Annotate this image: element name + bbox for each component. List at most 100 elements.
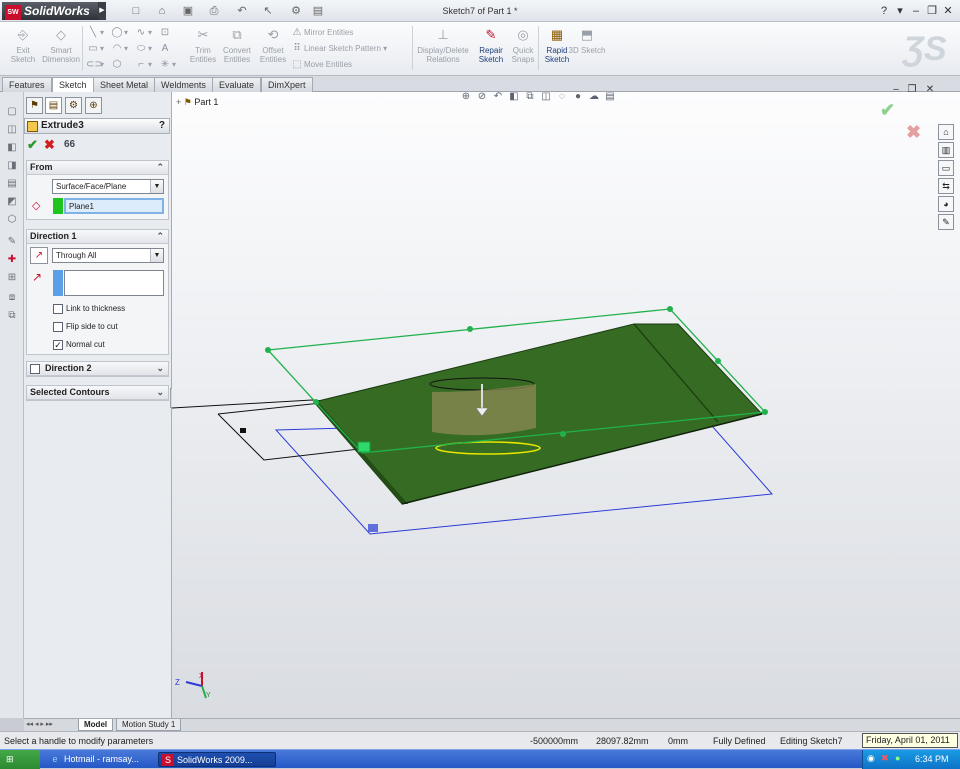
messenger-icon[interactable]: ● — [895, 753, 907, 765]
start-button[interactable]: ⊞ — [0, 750, 40, 769]
feature-manager-tab-icon[interactable]: ⚑ — [26, 97, 43, 114]
line-tool[interactable]: ╲ ▾ — [86, 26, 104, 40]
plane-handle[interactable] — [467, 326, 473, 332]
direction2-checkbox[interactable] — [30, 364, 40, 374]
reverse-direction-button[interactable]: ↗ — [30, 247, 48, 264]
exit-sketch-button[interactable]: ⎆ Exit Sketch — [4, 24, 42, 72]
linear-sketch-pattern-button[interactable]: ⠿ Linear Sketch Pattern ▾ — [290, 42, 387, 56]
section-view-icon[interactable]: ◧ — [506, 89, 522, 105]
link-to-thickness-checkbox[interactable] — [53, 304, 63, 314]
ok-button[interactable]: ✔ — [27, 138, 38, 152]
tab-evaluate[interactable]: Evaluate — [212, 77, 262, 92]
sketch-icon[interactable]: ✎ — [4, 234, 20, 250]
appearances-icon[interactable]: ◕ — [938, 196, 954, 212]
viewport-close-icon[interactable]: ✕ — [922, 82, 938, 98]
file-explorer-icon[interactable]: ▭ — [938, 160, 954, 176]
tab-features[interactable]: Features — [2, 77, 52, 92]
zoom-to-area-icon[interactable]: ⊘ — [474, 89, 490, 105]
tab-dimxpert[interactable]: DimXpert — [261, 77, 313, 92]
restore-button[interactable]: ❐ — [924, 3, 940, 19]
tab-model[interactable]: Model — [78, 719, 114, 731]
cancel-button[interactable]: ✖ — [44, 138, 55, 152]
curves-icon[interactable]: ⧈ — [4, 290, 20, 306]
solidworks-logo[interactable]: SW SolidWorks — [2, 2, 98, 20]
extruded-cut-icon[interactable]: ▤ — [4, 176, 20, 192]
new-document-icon[interactable]: □ — [126, 3, 146, 19]
repair-icon[interactable]: ✚ — [4, 252, 20, 268]
tab-sheet-metal[interactable]: Sheet Metal — [93, 77, 156, 92]
design-library-icon[interactable]: ▥ — [938, 142, 954, 158]
fillet-feature-icon[interactable]: ◩ — [4, 194, 20, 210]
feature-tree-flyout[interactable]: + ⚑ Part 1 — [176, 97, 218, 108]
display-delete-relations-button[interactable]: ⊥ Display/Delete Relations — [414, 24, 472, 72]
plane-handle[interactable] — [313, 399, 319, 405]
ellipse-tool[interactable]: ⬭ ▾ — [134, 42, 152, 56]
polygon-tool[interactable]: ⬡ — [110, 58, 124, 72]
rebuild-icon[interactable]: ⚙ — [286, 3, 306, 19]
collapse-chevron-icon[interactable]: ⌃ — [156, 161, 164, 174]
selected-contours-header[interactable]: Selected Contours ⌄ — [27, 386, 168, 400]
undo-icon[interactable]: ↶ — [232, 3, 252, 19]
close-button[interactable]: ✕ — [940, 3, 956, 19]
shell-icon[interactable]: ⬡ — [4, 212, 20, 228]
trim-entities-button[interactable]: ✂ Trim Entities — [184, 24, 222, 72]
collapse-chevron-icon[interactable]: ⌃ — [156, 230, 164, 243]
circle-tool[interactable]: ◯▾ — [110, 26, 128, 40]
point-tool[interactable]: ✳ ▾ — [158, 58, 176, 72]
instant3d-icon[interactable]: ⧉ — [4, 308, 20, 324]
confirm-ok-icon[interactable]: ✔ — [880, 100, 895, 121]
plane-handle[interactable] — [265, 347, 271, 353]
viewport-restore-icon[interactable]: ❐ — [904, 82, 920, 98]
3d-sketch-button[interactable]: ⬒ 3D Sketch — [568, 24, 606, 72]
help-button[interactable]: ? — [159, 119, 165, 133]
minimize-button[interactable]: – — [908, 3, 924, 19]
start-condition-select[interactable]: Surface/Face/Plane ▼ — [52, 179, 164, 194]
task-pane-home-icon[interactable]: ⌂ — [938, 124, 954, 140]
reference-geometry-icon[interactable]: ⊞ — [4, 270, 20, 286]
direction1-group-header[interactable]: Direction 1 ⌃ — [27, 230, 168, 244]
confirm-cancel-icon[interactable]: ✖ — [906, 122, 921, 143]
arc-tool[interactable]: ◠ ▾ — [110, 42, 128, 56]
taskbar-clock[interactable]: 6:34 PM — [915, 750, 949, 769]
loft-icon[interactable]: ◨ — [4, 158, 20, 174]
spline-tool[interactable]: ∿ ▾ — [134, 26, 152, 40]
end-condition-select[interactable]: Through All ▼ — [52, 248, 164, 263]
offset-entities-button[interactable]: ⟲ Offset Entities — [254, 24, 292, 72]
sketch-fillet-tool[interactable]: ⊡ — [158, 26, 172, 40]
graphics-area[interactable]: Z X Y + ⚑ Part 1 ⊕ ⊘ ↶ ◧ ⧉ ◫ ◌ ● ☁ ▤ ✔ ✖ – ❐ ✕ ⌂ … — [172, 84, 960, 718]
detailed-preview-button[interactable]: 66 — [64, 138, 75, 152]
open-document-icon[interactable]: ⌂ — [152, 3, 172, 19]
options-icon[interactable]: ▤ — [308, 3, 328, 19]
sweep-icon[interactable]: ◧ — [4, 140, 20, 156]
from-selection-field[interactable]: Plane1 — [64, 198, 164, 214]
quick-snaps-button[interactable]: ◎ Quick Snaps — [504, 24, 542, 72]
normal-cut-checkbox[interactable]: ✓ — [53, 340, 63, 350]
tab-scroll-arrows-icon[interactable]: ◂◂ ◂ ▸ ▸▸ — [26, 720, 74, 730]
plane-handle[interactable] — [560, 431, 566, 437]
save-icon[interactable]: ▣ — [178, 3, 198, 19]
direction2-group-header[interactable]: Direction 2 ⌄ — [27, 362, 168, 376]
custom-properties-icon[interactable]: ✎ — [938, 214, 954, 230]
model-canvas[interactable]: Z X Y — [172, 92, 960, 718]
convert-entities-button[interactable]: ⧉ Convert Entities — [218, 24, 256, 72]
apply-scene-icon[interactable]: ☁ — [586, 89, 602, 105]
taskbar-app-solidworks[interactable]: S SolidWorks 2009... — [158, 752, 276, 767]
extrude-boss-icon[interactable]: ▢ — [4, 104, 20, 120]
security-alert-icon[interactable]: ✖ — [881, 753, 893, 765]
menu-flyout-arrow-icon[interactable]: ▶ — [98, 2, 106, 20]
mirror-entities-button[interactable]: ⚠ Mirror Entities — [290, 26, 354, 40]
rectangle-tool[interactable]: ▭ ▾ — [86, 42, 104, 56]
flip-side-to-cut-checkbox[interactable] — [53, 322, 63, 332]
plane-handle[interactable] — [667, 306, 673, 312]
from-group-header[interactable]: From ⌃ — [27, 161, 168, 175]
chamfer-tool[interactable]: ⌐ ▾ — [134, 58, 152, 72]
viewport-minimize-icon[interactable]: – — [888, 82, 904, 98]
revolve-icon[interactable]: ◫ — [4, 122, 20, 138]
view-orientation-icon[interactable]: ⧉ — [522, 89, 538, 105]
view-palette-icon[interactable]: ⇆ — [938, 178, 954, 194]
tab-motion-study-1[interactable]: Motion Study 1 — [116, 719, 182, 731]
configuration-manager-tab-icon[interactable]: ⚙ — [65, 97, 82, 114]
print-icon[interactable]: ⎙ — [204, 3, 224, 19]
zoom-to-fit-icon[interactable]: ⊕ — [458, 89, 474, 105]
smart-dimension-button[interactable]: ◇ Smart Dimension — [42, 24, 80, 72]
